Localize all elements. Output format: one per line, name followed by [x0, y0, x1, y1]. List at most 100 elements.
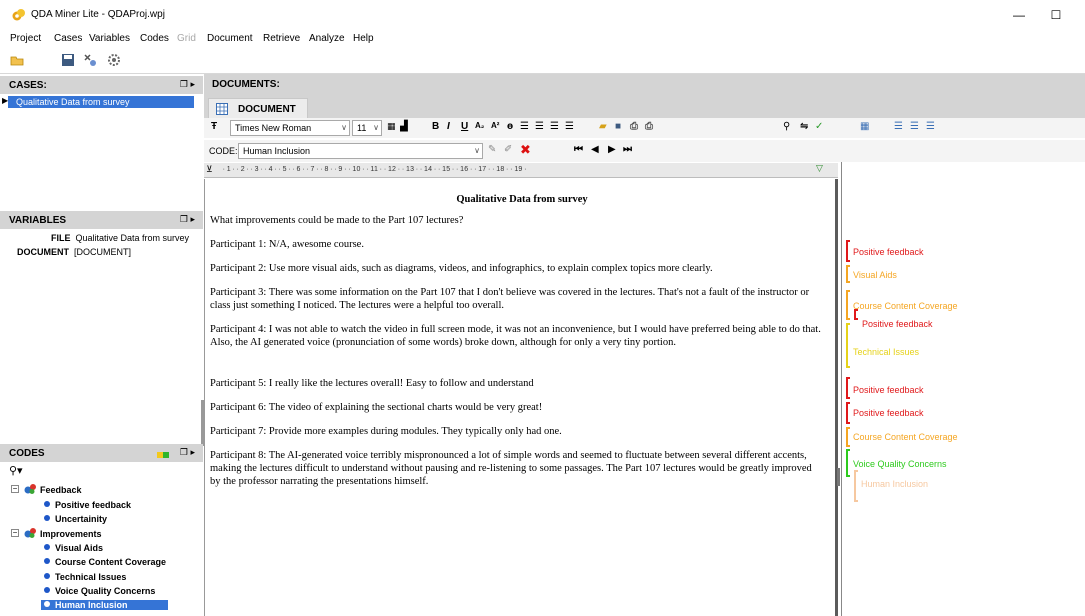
- subscript-icon[interactable]: A₂: [475, 121, 484, 130]
- font-size-select[interactable]: 11 ∨: [352, 120, 382, 136]
- font-name-select[interactable]: Times New Roman ∨: [230, 120, 350, 136]
- font-icon[interactable]: Ŧ: [211, 121, 217, 132]
- collapse-icon[interactable]: −: [11, 529, 19, 537]
- menu-retrieve[interactable]: Retrieve: [263, 33, 300, 44]
- remove-code-icon[interactable]: ✖: [520, 142, 531, 158]
- menu-document[interactable]: Document: [207, 33, 253, 44]
- pane-restore-icon[interactable]: ❐ ▸: [180, 447, 195, 458]
- indent-decrease-icon[interactable]: ☰: [910, 121, 919, 132]
- code-marker-icon[interactable]: ✐: [504, 144, 512, 155]
- document-paragraph[interactable]: What improvements could be made to the P…: [210, 215, 822, 228]
- code-tag[interactable]: Positive feedback: [862, 319, 933, 329]
- pane-restore-icon[interactable]: ❐ ▸: [180, 214, 195, 225]
- code-item[interactable]: Technical Issues: [44, 572, 126, 582]
- collapse-icon[interactable]: −: [11, 485, 19, 493]
- code-bracket[interactable]: [846, 427, 850, 447]
- previous-document-icon[interactable]: ◀: [591, 144, 599, 155]
- menu-variables[interactable]: Variables: [89, 33, 130, 44]
- code-select[interactable]: Human Inclusion ∨: [238, 143, 483, 159]
- document-paragraph[interactable]: Participant 8: The AI-generated voice te…: [210, 450, 822, 488]
- superscript-icon[interactable]: A²: [491, 121, 499, 130]
- pane-restore-icon[interactable]: ❐ ▸: [180, 79, 195, 90]
- bullet-list-icon[interactable]: ☰: [894, 121, 903, 132]
- code-tag[interactable]: Positive feedback: [853, 408, 924, 418]
- code-item[interactable]: Voice Quality Concerns: [44, 586, 155, 596]
- margin-splitter[interactable]: [837, 468, 840, 486]
- code-tag[interactable]: Course Content Coverage: [853, 301, 958, 311]
- code-tag[interactable]: Human Inclusion: [861, 479, 928, 489]
- code-bracket[interactable]: [846, 265, 850, 283]
- first-document-icon[interactable]: ⏮: [574, 144, 583, 155]
- variable-row[interactable]: FILE Qualitative Data from survey: [51, 233, 189, 243]
- save-doc-icon[interactable]: ■: [615, 121, 621, 132]
- code-tag[interactable]: Course Content Coverage: [853, 432, 958, 442]
- settings-icon[interactable]: [107, 53, 121, 67]
- open-file-icon[interactable]: ▰: [599, 121, 607, 132]
- menu-grid[interactable]: Grid: [177, 33, 196, 44]
- align-center-icon[interactable]: ☰: [535, 121, 544, 132]
- code-tag[interactable]: Visual Aids: [853, 270, 897, 280]
- code-bracket[interactable]: [846, 402, 850, 424]
- code-tag[interactable]: Positive feedback: [853, 247, 924, 257]
- right-indent-icon[interactable]: ▽: [816, 163, 823, 174]
- last-document-icon[interactable]: ⏭: [623, 144, 632, 155]
- document-paragraph[interactable]: Participant 7: Provide more examples dur…: [210, 426, 822, 439]
- code-category-improvements[interactable]: Improvements: [40, 529, 102, 539]
- search-icon[interactable]: ⚲▾: [9, 464, 23, 477]
- code-bracket[interactable]: [846, 377, 850, 399]
- code-tag[interactable]: Voice Quality Concerns: [853, 459, 947, 469]
- document-paragraph[interactable]: Participant 3: There was some informatio…: [210, 287, 822, 313]
- code-bracket[interactable]: [846, 449, 850, 477]
- document-paragraph[interactable]: Participant 5: I really like the lecture…: [210, 378, 822, 391]
- font-color-icon[interactable]: ▦: [387, 121, 396, 132]
- menu-help[interactable]: Help: [353, 33, 374, 44]
- print-icon[interactable]: ⎙: [630, 121, 638, 132]
- code-category-feedback[interactable]: Feedback: [40, 485, 82, 495]
- find-icon[interactable]: ⚲: [783, 121, 790, 132]
- code-tag[interactable]: Positive feedback: [853, 385, 924, 395]
- align-right-icon[interactable]: ☰: [550, 121, 559, 132]
- bold-icon[interactable]: B: [432, 121, 439, 132]
- open-folder-icon[interactable]: [10, 53, 24, 67]
- tab-document[interactable]: DOCUMENT: [208, 98, 308, 118]
- code-item[interactable]: Uncertainity: [44, 514, 107, 524]
- justify-icon[interactable]: ☰: [565, 121, 574, 132]
- document-paragraph[interactable]: Participant 4: I was not able to watch t…: [210, 324, 822, 350]
- align-left-icon[interactable]: ☰: [520, 121, 529, 132]
- code-bracket[interactable]: [846, 290, 850, 320]
- code-tag[interactable]: Technical Issues: [853, 347, 919, 357]
- maximize-button[interactable]: ☐: [1044, 6, 1068, 24]
- variable-row[interactable]: DOCUMENT [DOCUMENT]: [17, 247, 131, 257]
- document-paragraph[interactable]: Participant 2: Use more visual aids, suc…: [210, 263, 822, 276]
- tools-icon[interactable]: [83, 53, 97, 67]
- strikethrough-icon[interactable]: ɵ: [507, 121, 513, 132]
- next-document-icon[interactable]: ▶: [608, 144, 616, 155]
- code-bracket[interactable]: [846, 240, 850, 262]
- italic-icon[interactable]: I: [447, 121, 450, 132]
- code-bracket[interactable]: [854, 470, 858, 502]
- code-bracket[interactable]: [854, 309, 858, 320]
- underline-icon[interactable]: U: [461, 121, 468, 132]
- minimize-button[interactable]: —: [1007, 6, 1031, 24]
- table-icon[interactable]: ▦: [860, 121, 869, 132]
- menu-project[interactable]: Project: [10, 33, 41, 44]
- ruler[interactable]: ⊻ · 1 · · 2 · · 3 · · 4 · · 5 · · 6 · · …: [204, 163, 838, 178]
- menu-cases[interactable]: Cases: [54, 33, 82, 44]
- highlight-icon[interactable]: ▟: [400, 121, 408, 132]
- document-editor[interactable]: Qualitative Data from survey What improv…: [204, 179, 838, 616]
- code-item-selected[interactable]: Human Inclusion: [41, 600, 168, 610]
- code-item[interactable]: Visual Aids: [44, 543, 103, 553]
- document-paragraph[interactable]: Participant 1: N/A, awesome course.: [210, 239, 822, 252]
- code-item[interactable]: Positive feedback: [44, 500, 131, 510]
- code-item[interactable]: Course Content Coverage: [44, 557, 166, 567]
- menu-codes[interactable]: Codes: [140, 33, 169, 44]
- code-color-icon[interactable]: [157, 448, 169, 458]
- indent-increase-icon[interactable]: ☰: [926, 121, 935, 132]
- add-code-icon[interactable]: ✎: [488, 144, 496, 155]
- replace-icon[interactable]: ⇋: [800, 121, 808, 132]
- case-item[interactable]: Qualitative Data from survey: [8, 96, 194, 108]
- tab-stop-icon[interactable]: ⊻: [206, 164, 213, 175]
- document-paragraph[interactable]: Participant 6: The video of explaining t…: [210, 402, 822, 415]
- code-bracket[interactable]: [846, 323, 850, 368]
- spellcheck-icon[interactable]: ✓: [815, 121, 823, 132]
